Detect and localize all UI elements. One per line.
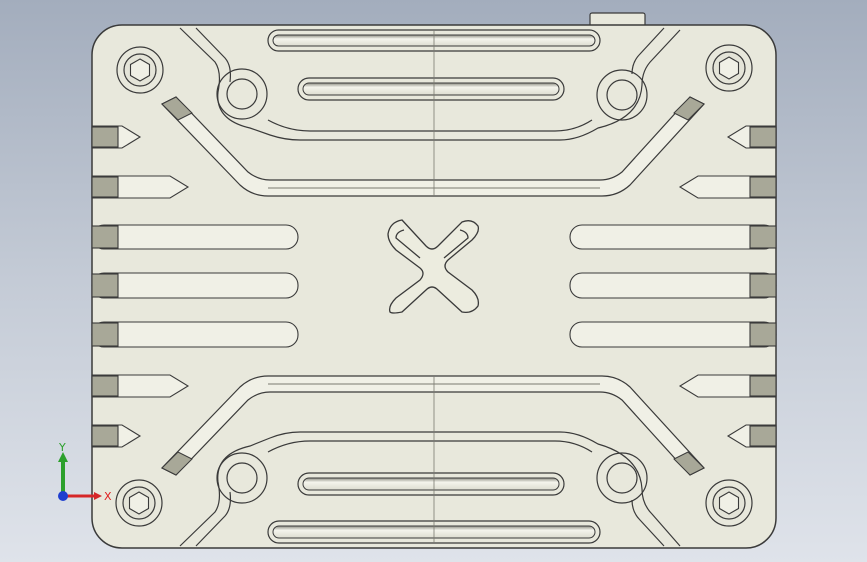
x-axis-label: X xyxy=(104,490,112,503)
screw-bottom-right-icon xyxy=(705,479,753,527)
axis-triad: Y X xyxy=(58,441,112,503)
screw-top-left-icon xyxy=(116,46,164,94)
screw-bottom-left-icon xyxy=(115,479,163,527)
y-axis-label: Y xyxy=(58,441,66,454)
z-axis-dot-icon xyxy=(58,491,68,501)
screw-top-right-icon xyxy=(705,44,753,92)
cad-viewport[interactable] xyxy=(0,0,867,562)
x-axis-arrow-icon xyxy=(94,492,102,500)
